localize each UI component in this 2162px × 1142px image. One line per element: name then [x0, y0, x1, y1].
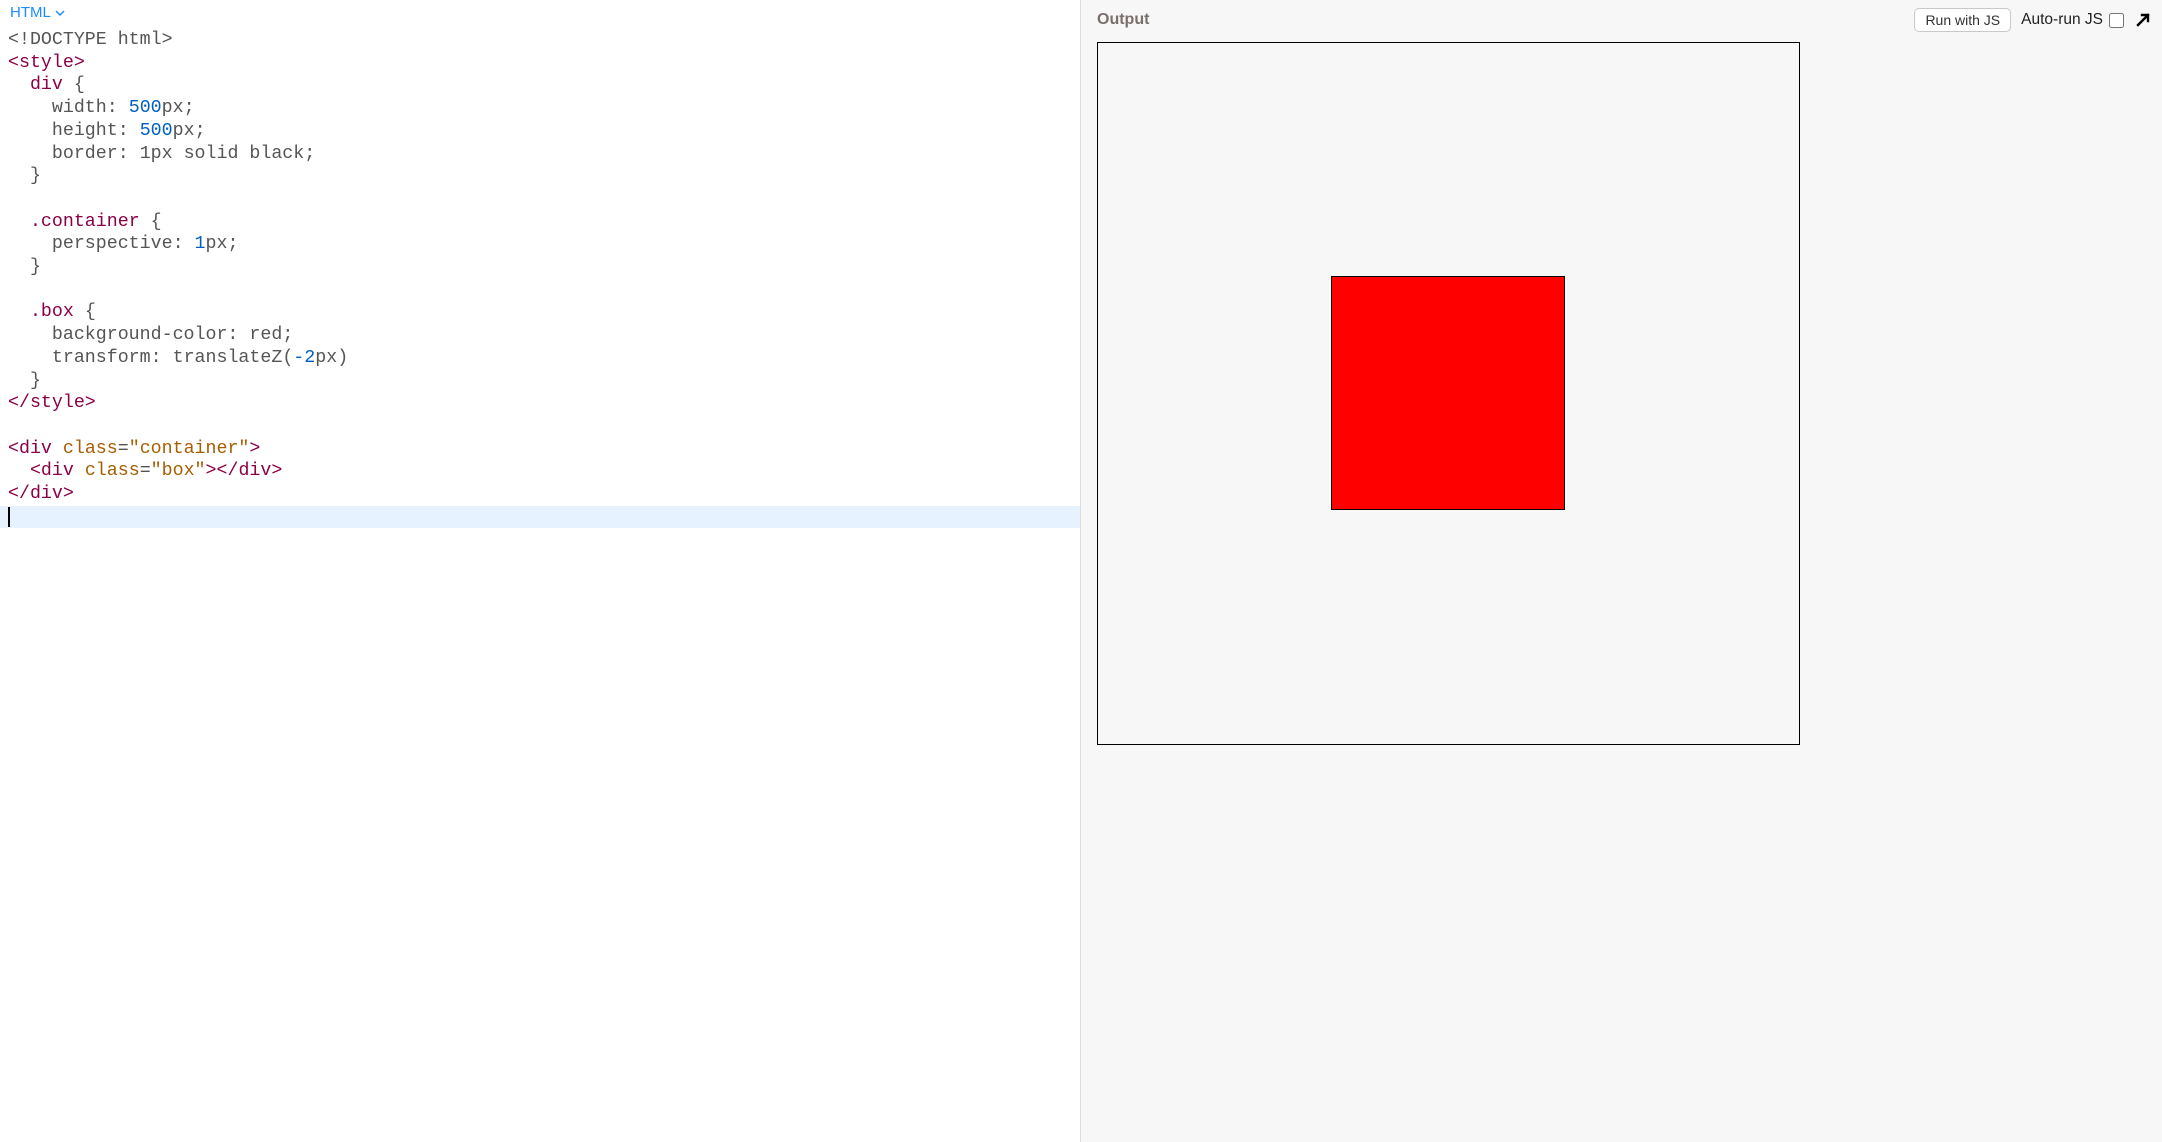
code-line: border: 1px solid black;	[8, 143, 1072, 166]
code-line: .container {	[8, 211, 1072, 234]
code-line: }	[8, 256, 1072, 279]
code-line: }	[8, 370, 1072, 393]
code-line: width: 500px;	[8, 97, 1072, 120]
code-line: background-color: red;	[8, 324, 1072, 347]
code-line	[8, 415, 1072, 438]
editor-pane: HTML <!DOCTYPE html><style> div { width:…	[0, 0, 1081, 1142]
code-line: perspective: 1px;	[8, 233, 1072, 256]
popout-icon[interactable]	[2134, 11, 2152, 29]
code-line: height: 500px;	[8, 120, 1072, 143]
code-line	[8, 279, 1072, 302]
code-line: .box {	[8, 301, 1072, 324]
code-line: div {	[8, 74, 1072, 97]
code-line: <div class="box"></div>	[8, 460, 1072, 483]
output-header: Output Run with JS Auto-run JS	[1081, 0, 2162, 38]
app-root: HTML <!DOCTYPE html><style> div { width:…	[0, 0, 2162, 1142]
code-line: transform: translateZ(-2px)	[8, 347, 1072, 370]
code-line	[8, 188, 1072, 211]
chevron-down-icon	[55, 8, 65, 18]
autorun-toggle[interactable]: Auto-run JS	[2021, 11, 2124, 29]
autorun-checkbox[interactable]	[2109, 13, 2124, 28]
language-dropdown[interactable]: HTML	[0, 0, 1080, 23]
code-line: <div class="container">	[8, 438, 1072, 461]
output-pane: Output Run with JS Auto-run JS	[1081, 0, 2162, 1142]
code-line: </div>	[8, 483, 1072, 506]
code-line: <!DOCTYPE html>	[8, 29, 1072, 52]
code-editor[interactable]: <!DOCTYPE html><style> div { width: 500p…	[0, 23, 1080, 1142]
output-body	[1081, 38, 2162, 1142]
code-line	[0, 506, 1080, 529]
language-label: HTML	[10, 4, 51, 21]
code-line: </style>	[8, 392, 1072, 415]
code-line: }	[8, 165, 1072, 188]
preview-frame	[1097, 42, 2146, 1126]
code-line: <style>	[8, 52, 1072, 75]
autorun-label: Auto-run JS	[2021, 11, 2103, 29]
output-label: Output	[1097, 11, 1149, 29]
run-button[interactable]: Run with JS	[1914, 8, 2011, 32]
preview-box	[1331, 276, 1565, 510]
